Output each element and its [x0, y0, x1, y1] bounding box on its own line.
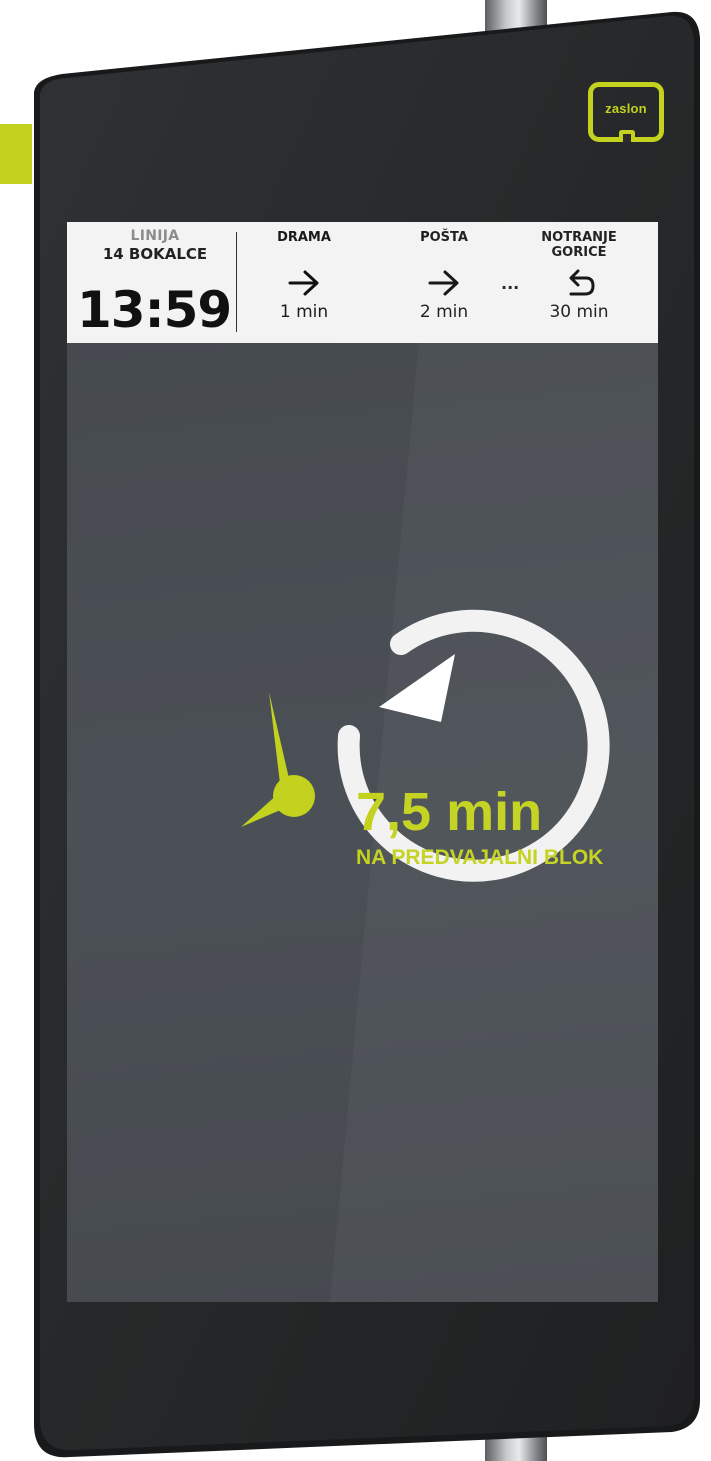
logo-notch — [619, 130, 635, 142]
wait-caption: NA PREDVAJALNI BLOK — [356, 846, 604, 869]
clock-cycle-icon — [241, 609, 610, 882]
side-accent-tab — [0, 124, 32, 184]
wait-info: 7,5 min NA PREDVAJALNI BLOK — [356, 784, 656, 872]
wait-value: 7,5 min — [356, 782, 543, 842]
screen: LINIJA 14 BOKALCE 13:59 DRAMA 1 min POŠT… — [67, 222, 658, 1302]
zaslon-logo: zaslon — [588, 82, 664, 142]
logo-text: zaslon — [605, 101, 647, 116]
display-scene: zaslon LINIJA 14 BOKALCE 13:59 DRAMA 1 m… — [0, 0, 711, 1461]
